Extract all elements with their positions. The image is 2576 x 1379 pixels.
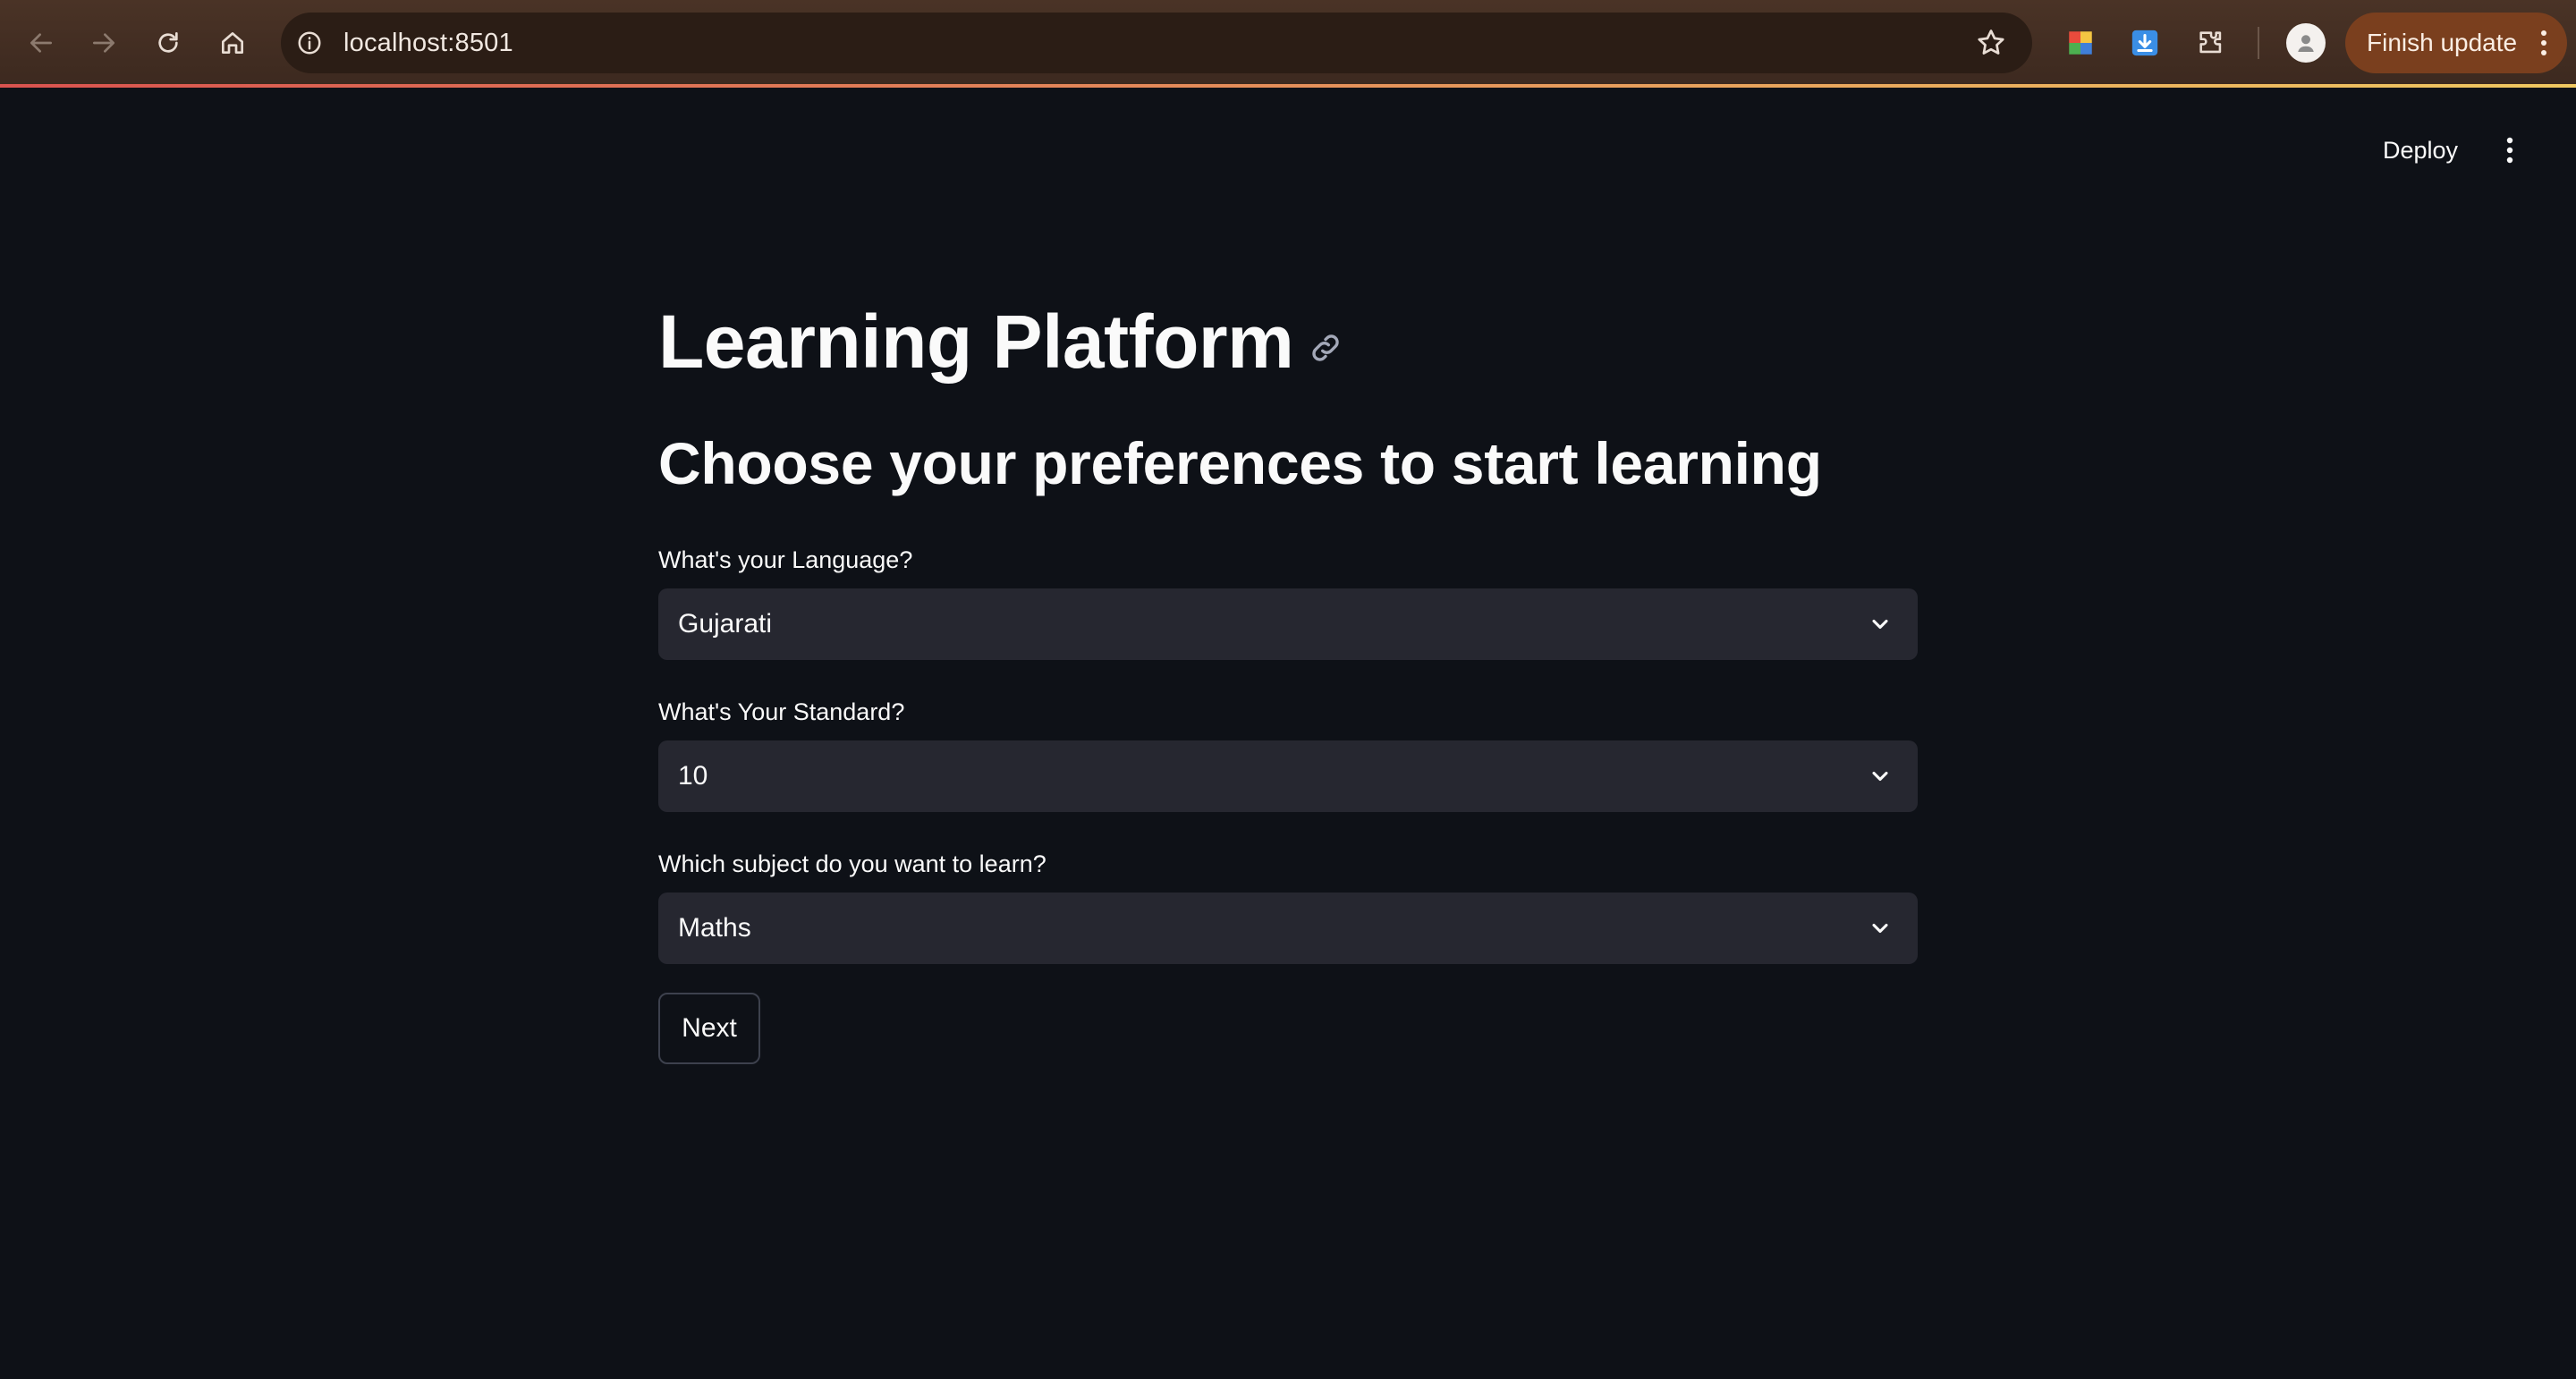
finish-update-label: Finish update (2367, 29, 2518, 56)
chevron-down-icon (1872, 619, 1888, 630)
deploy-button[interactable]: Deploy (2368, 134, 2472, 166)
home-button[interactable] (213, 23, 252, 63)
chevron-down-icon (1872, 771, 1888, 782)
arrow-left-icon (30, 33, 52, 53)
language-label: What's your Language? (658, 546, 913, 573)
title-row: Learning Platform (658, 286, 1918, 397)
bookmark-star-icon[interactable] (1975, 27, 2007, 59)
arrow-right-icon (93, 33, 114, 53)
profile-avatar[interactable] (2286, 23, 2326, 63)
subject-value: Maths (678, 913, 751, 943)
more-vert-icon (2506, 137, 2513, 164)
back-button[interactable] (21, 23, 61, 63)
toolbar-separator (2258, 27, 2259, 59)
page-title: Learning Platform (658, 299, 1294, 384)
extension-colorful-icon[interactable] (2063, 25, 2098, 61)
download-extension-icon[interactable] (2127, 25, 2163, 61)
reload-button[interactable] (148, 23, 188, 63)
next-button[interactable]: Next (658, 993, 760, 1064)
link-anchor-icon[interactable] (1308, 330, 1343, 366)
main-content: Learning Platform Choose your preference… (658, 286, 1918, 1064)
more-vert-icon (2541, 30, 2546, 55)
url-text[interactable]: localhost:8501 (343, 29, 513, 58)
main-menu-button[interactable] (2492, 132, 2528, 168)
subject-label: Which subject do you want to learn? (658, 850, 1046, 877)
profile-icon (2298, 35, 2314, 52)
page-subtitle: Choose your preferences to start learnin… (658, 430, 1822, 496)
address-bar[interactable]: localhost:8501 (281, 13, 2032, 73)
language-field: What's your Language? Gujarati (658, 544, 1918, 660)
standard-field: What's Your Standard? 10 (658, 696, 1918, 812)
reload-icon (158, 32, 178, 53)
finish-update-button[interactable]: Finish update (2345, 13, 2567, 73)
home-icon (222, 32, 243, 54)
subject-select[interactable]: Maths (658, 893, 1918, 964)
language-select[interactable]: Gujarati (658, 588, 1918, 660)
standard-value: 10 (678, 761, 708, 791)
standard-label: What's Your Standard? (658, 698, 905, 725)
chevron-down-icon (1872, 923, 1888, 934)
browser-toolbar: localhost:8501 Finish update (0, 0, 2576, 88)
forward-button[interactable] (84, 23, 123, 63)
language-value: Gujarati (678, 609, 773, 639)
subject-field: Which subject do you want to learn? Math… (658, 848, 1918, 964)
update-progress-line (0, 84, 2576, 88)
extensions-puzzle-icon[interactable] (2193, 25, 2229, 61)
site-info-icon[interactable] (293, 27, 326, 59)
standard-select[interactable]: 10 (658, 740, 1918, 812)
